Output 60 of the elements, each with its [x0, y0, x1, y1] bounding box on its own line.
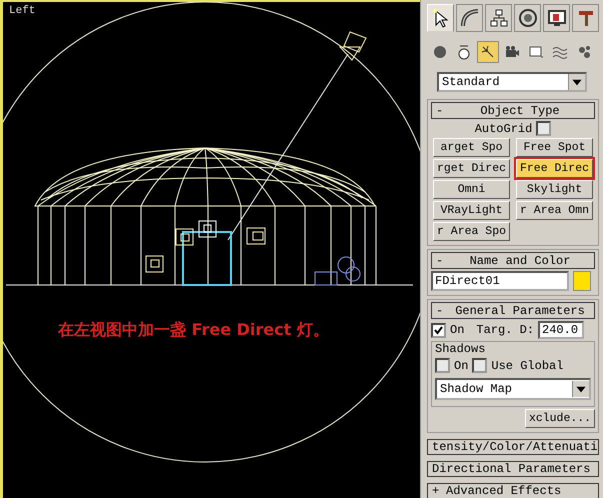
light-icon [146, 256, 164, 272]
light-type-button[interactable]: Free Direc [516, 159, 593, 178]
light-icon [246, 228, 266, 244]
light-icon [198, 220, 216, 238]
motion-tab[interactable] [514, 4, 541, 32]
wheel-icon [518, 8, 538, 28]
light-type-button[interactable]: Free Spot [516, 138, 593, 157]
screen-icon [528, 44, 544, 60]
type-dropdown[interactable]: Standard [437, 72, 587, 92]
create-tab[interactable] [427, 4, 454, 32]
autogrid-checkbox[interactable] [536, 121, 552, 136]
on-checkbox[interactable] [431, 322, 446, 338]
on-label: On [450, 323, 464, 337]
circle-icon [456, 44, 472, 60]
caption-text: 在左视图中加一盏 Free Direct 灯。 [58, 320, 329, 341]
sphere-icon [432, 44, 448, 60]
modify-tab[interactable] [456, 4, 483, 32]
target-distance-spinner[interactable]: 240.0 [538, 321, 584, 339]
shadows-group-title: Shadows [435, 342, 486, 356]
utilities-tab[interactable] [572, 4, 599, 32]
shadow-type-dropdown[interactable]: Shadow Map [435, 378, 591, 400]
arc-icon [460, 8, 480, 28]
teapot-wireframe [314, 256, 360, 286]
target-distance-label: Targ. D: [476, 323, 534, 337]
shadows-on-label: On [454, 358, 468, 372]
lights-category-button[interactable] [477, 41, 499, 63]
light-type-button[interactable]: r Area Omn [516, 201, 593, 220]
light-type-button[interactable]: VRayLight [433, 201, 510, 220]
light-icon [338, 31, 367, 61]
hierarchy-tab[interactable] [485, 4, 512, 32]
rollout-header[interactable]: Directional Parameters [427, 461, 599, 477]
rollout-header[interactable]: - General Parameters [431, 302, 595, 319]
light-type-button[interactable]: rget Direc [433, 159, 510, 178]
display-tab[interactable] [543, 4, 570, 32]
light-icon [176, 228, 194, 246]
use-global-checkbox[interactable] [472, 358, 488, 373]
color-swatch[interactable] [573, 271, 591, 291]
light-type-button[interactable]: r Area Spo [433, 222, 510, 241]
wave-icon [552, 44, 568, 60]
shadows-on-checkbox[interactable] [435, 358, 450, 373]
exclude-button[interactable]: xclude... [525, 409, 595, 428]
monitor-icon [546, 8, 566, 28]
hierarchy-icon [488, 8, 508, 28]
light-icon [480, 44, 496, 60]
rollout-header[interactable]: - Name and Color [431, 252, 595, 269]
autogrid-label: AutoGrid [474, 122, 532, 136]
rollout-header[interactable]: - Object Type [431, 102, 595, 119]
rollout-header[interactable]: + Advanced Effects [427, 483, 599, 498]
use-global-label: Use Global [491, 358, 564, 372]
checkmark-icon [434, 326, 443, 334]
light-type-button[interactable]: arget Spo [433, 138, 510, 157]
light-type-button[interactable]: Skylight [516, 180, 593, 199]
camera-icon [504, 44, 520, 60]
name-field[interactable]: FDirect01 [431, 271, 569, 291]
rollout-header[interactable]: tensity/Color/Attenuati [427, 439, 599, 455]
box-wireframe [182, 231, 232, 286]
gear-icon [576, 44, 592, 60]
viewport-label[interactable]: Left [9, 5, 36, 17]
cursor-icon [430, 8, 450, 28]
light-type-button[interactable]: Omni [433, 180, 510, 199]
